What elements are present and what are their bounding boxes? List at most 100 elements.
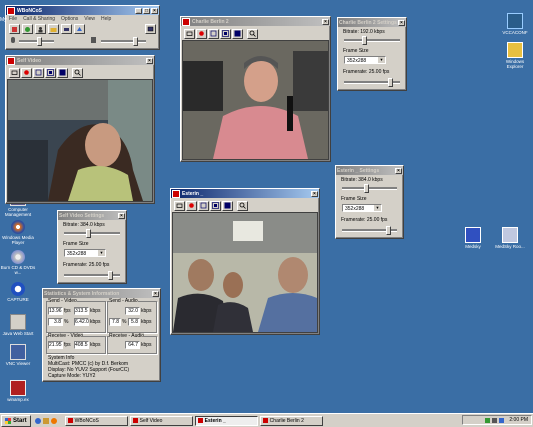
task-esterin[interactable]: Esterin _: [194, 415, 258, 426]
zoom-button[interactable]: [247, 28, 258, 39]
java-icon: [10, 314, 26, 330]
mic-volume-slider[interactable]: [19, 37, 54, 46]
snapshot-button[interactable]: [9, 67, 20, 78]
esterin-close-button[interactable]: ×: [311, 190, 318, 197]
zoom-button[interactable]: [237, 200, 248, 211]
system-tray: 2:00 PM: [462, 415, 532, 425]
stats-titlebar[interactable]: Statistics & System Information ×: [43, 289, 160, 298]
windows-logo-icon: [5, 417, 11, 424]
kbps-unit: kbps: [90, 319, 101, 325]
chevron-down-icon: ▼: [98, 250, 105, 256]
share-button[interactable]: [74, 24, 85, 34]
window-size-3-button[interactable]: [57, 67, 68, 78]
esterin-settings-window: Esterin _ Settings × Bitrate: 384.0 kbps…: [335, 165, 404, 239]
chevron-down-icon: ▼: [374, 205, 381, 211]
self-settings-close-button[interactable]: ×: [118, 212, 125, 219]
task-app-icon: [132, 418, 138, 423]
task-charlie[interactable]: Charlie Berlin 2: [259, 415, 323, 426]
window-size-2-button[interactable]: [210, 200, 221, 211]
task-self-video[interactable]: Self Video: [129, 415, 193, 426]
desktop-icon-windows-explorer[interactable]: Windows Explorer: [497, 42, 533, 69]
menu-file[interactable]: File: [9, 16, 17, 22]
esterin-framerate-slider[interactable]: [342, 226, 397, 235]
self-video-close-button[interactable]: ×: [146, 57, 153, 64]
clock[interactable]: 2:00 PM: [509, 417, 528, 423]
menu-help[interactable]: Help: [101, 16, 111, 22]
volume-icon[interactable]: [492, 417, 498, 423]
stats-close-button[interactable]: ×: [152, 290, 159, 297]
charlie-settings-close-button[interactable]: ×: [398, 19, 405, 26]
main-app-titlebar[interactable]: WBoNCoS _ □ ×: [6, 6, 159, 15]
monitor-button[interactable]: [145, 24, 156, 34]
esterin-video-window: Esterin _ ×: [170, 188, 320, 335]
charlie-close-button[interactable]: ×: [322, 18, 329, 25]
window-size-1-button[interactable]: [198, 200, 209, 211]
close-button[interactable]: ×: [151, 7, 158, 14]
window-size-2-button[interactable]: [45, 67, 56, 78]
self-framerate-label: Framerate: 25.00 fps: [63, 262, 110, 268]
esterin-video-titlebar[interactable]: Esterin _ ×: [171, 189, 319, 198]
esterin-settings-title: Esterin _ Settings: [337, 167, 380, 174]
charlie-frame-size-select[interactable]: 352x288 ▼: [344, 56, 386, 64]
charlie-bitrate-slider[interactable]: [344, 36, 400, 45]
ie-icon[interactable]: [34, 417, 41, 424]
speaker-volume-slider[interactable]: [101, 37, 146, 46]
user-button[interactable]: [35, 24, 46, 34]
menu-call-sharing[interactable]: Call & Sharing: [23, 16, 55, 22]
self-video-titlebar[interactable]: Self Video ×: [6, 56, 154, 65]
start-button[interactable]: Start: [1, 414, 31, 427]
winamp-icon: [10, 380, 26, 396]
desktop-icon-vccaconf[interactable]: VCCACONF: [497, 13, 533, 35]
recv-audio-label: Receive - Audio: [109, 333, 145, 339]
desktop-icon-java-web-start[interactable]: Java Web Start: [0, 314, 36, 336]
app-tray-icon[interactable]: [499, 417, 505, 423]
minimize-button[interactable]: _: [135, 7, 142, 14]
media-icon[interactable]: [50, 417, 57, 424]
esterin-settings-close-button[interactable]: ×: [395, 167, 402, 174]
maximize-button[interactable]: □: [143, 7, 150, 14]
snapshot-button[interactable]: [174, 200, 185, 211]
charlie-framerate-slider[interactable]: [344, 78, 400, 87]
phone-button[interactable]: [22, 24, 33, 34]
chevron-down-icon: ▼: [378, 57, 385, 63]
main-toolbar-2: [6, 35, 159, 47]
send-video-fps-2: 3.8: [48, 318, 63, 326]
window-size-2-button[interactable]: [220, 28, 231, 39]
charlie-framerate-label: Framerate: 25.00 fps: [343, 69, 390, 75]
network-icon[interactable]: [485, 417, 491, 423]
task-wboncos[interactable]: WBoNCoS: [64, 415, 128, 426]
desktop-icon-capture[interactable]: CAPTURE: [0, 282, 36, 302]
desktop-icon[interactable]: [42, 417, 49, 424]
snapshot-button[interactable]: [184, 28, 195, 39]
esterin-bitrate-slider[interactable]: [342, 184, 397, 193]
charlie-settings-titlebar[interactable]: Charlie Berlin 2 Settings ×: [338, 18, 406, 27]
esterin-settings-titlebar[interactable]: Esterin _ Settings ×: [336, 166, 403, 175]
menu-options[interactable]: Options: [61, 16, 78, 22]
desktop-icon-media-player[interactable]: Windows Media Player: [0, 220, 36, 245]
zoom-button[interactable]: [72, 67, 83, 78]
kbps-unit: kbps: [141, 308, 152, 314]
self-settings-titlebar[interactable]: Self Video Settings ×: [58, 211, 126, 220]
window-size-3-button[interactable]: [222, 200, 233, 211]
record-button[interactable]: [21, 67, 32, 78]
record-button[interactable]: [196, 28, 207, 39]
window-size-1-button[interactable]: [33, 67, 44, 78]
folder-button[interactable]: [48, 24, 59, 34]
self-framerate-slider[interactable]: [64, 271, 120, 280]
desktop-icon-medsky-room[interactable]: MedSky Roo...: [492, 227, 528, 249]
self-bitrate-slider[interactable]: [64, 229, 120, 238]
desktop-icon-winamp[interactable]: winamp.ex: [0, 380, 36, 402]
desktop-icon-vnc-viewer[interactable]: VNC Viewer: [0, 344, 36, 366]
esterin-frame-size-select[interactable]: 352x288 ▼: [342, 204, 382, 212]
desktop-icon-medsky[interactable]: Medsky: [455, 227, 491, 249]
mic-icon: [11, 37, 15, 43]
window-size-1-button[interactable]: [208, 28, 219, 39]
camera-button[interactable]: [61, 24, 72, 34]
record-button[interactable]: [186, 200, 197, 211]
desktop-icon-burn-cd[interactable]: Burn CD & DVDs w...: [0, 250, 36, 275]
menu-view[interactable]: View: [84, 16, 95, 22]
self-frame-size-select[interactable]: 352x288 ▼: [64, 249, 106, 257]
connect-button[interactable]: [9, 24, 20, 34]
charlie-video-titlebar[interactable]: Charlie Berlin 2 ×: [181, 17, 330, 26]
window-size-3-button[interactable]: [232, 28, 243, 39]
